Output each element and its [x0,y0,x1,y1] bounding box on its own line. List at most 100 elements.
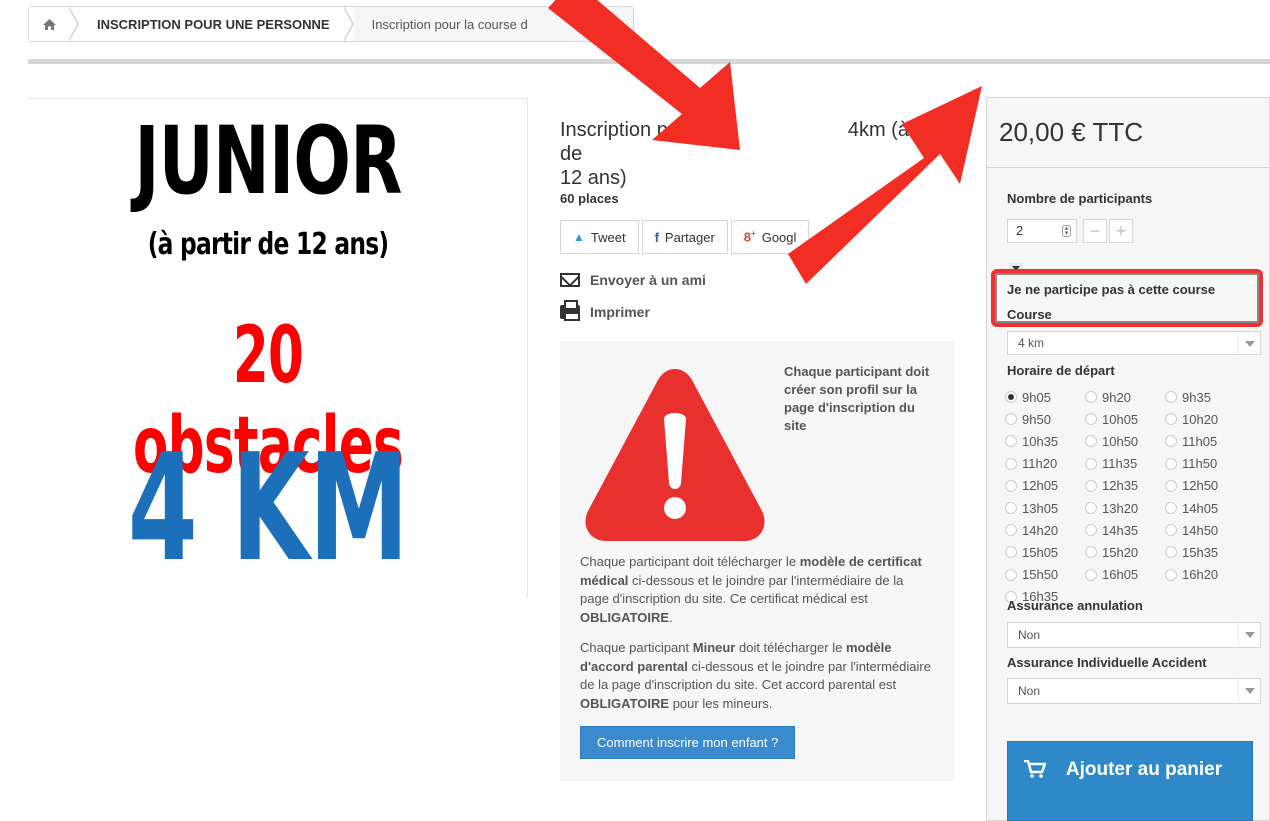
breadcrumb-current-end: ans) [591,16,617,32]
p2-a: Chaque participant [580,640,693,655]
buy-box: 20,00 € TTC Nombre de participants 2 ▴ ▾ … [986,97,1270,821]
accident-insurance-label: Assurance Individuelle Accident [1007,655,1207,670]
radio-button[interactable] [1085,524,1097,537]
send-to-friend-link[interactable]: Envoyer à un ami [560,272,706,288]
radio-button[interactable] [1085,391,1097,404]
tweet-button[interactable]: ▲ Tweet [560,220,639,254]
radio-button[interactable] [1165,457,1177,470]
print-link[interactable]: Imprimer [560,300,650,321]
radio-button[interactable] [1005,391,1017,404]
p1-c: ci-dessous et le joindre par l'intermédi… [580,572,904,607]
radio-button[interactable] [1005,479,1017,492]
start-time-option[interactable]: 11h50 [1165,454,1250,474]
radio-button[interactable] [1165,502,1177,515]
increase-button[interactable]: + [1109,219,1133,243]
breadcrumb-category[interactable]: INSCRIPTION POUR UNE PERSONNE [79,7,344,41]
radio-button[interactable] [1165,435,1177,448]
start-time-option[interactable]: 10h35 [1005,431,1085,451]
radio-button[interactable] [1165,524,1177,537]
radio-button[interactable] [1165,546,1177,559]
start-time-option[interactable]: 10h20 [1165,409,1250,429]
start-time-option[interactable]: 15h20 [1085,542,1165,562]
start-time-option[interactable]: 13h05 [1005,498,1085,518]
radio-button[interactable] [1005,502,1017,515]
google-share-button[interactable]: 8+ Googl [730,220,810,254]
radio-button[interactable] [1085,479,1097,492]
breadcrumb-home[interactable] [29,7,69,41]
radio-button[interactable] [1085,502,1097,515]
start-time-option[interactable]: 14h05 [1165,498,1250,518]
start-time-label: 12h50 [1182,478,1219,494]
start-time-option[interactable]: 12h50 [1165,476,1250,496]
radio-button[interactable] [1005,435,1017,448]
p2-b: Mineur [692,640,736,655]
radio-button[interactable] [1005,568,1017,581]
start-time-label: 16h20 [1182,567,1219,583]
start-time-option[interactable]: 10h50 [1085,431,1165,451]
start-time-label: 15h05 [1022,544,1059,560]
decrease-button[interactable]: − [1083,219,1107,243]
places-count: 60 places [560,191,619,206]
start-time-option[interactable]: 14h50 [1165,520,1250,540]
start-time-label: 10h20 [1182,411,1219,427]
highlight-box [991,269,1263,327]
start-time-label: 9h50 [1022,411,1051,427]
participants-label: Nombre de participants [1007,191,1153,206]
spinner-icon[interactable]: ▴ ▾ [1062,225,1071,237]
print-label: Imprimer [590,304,650,320]
start-time-label: 11h35 [1102,456,1138,472]
start-time-option[interactable]: 15h35 [1165,542,1250,562]
radio-button[interactable] [1085,546,1097,559]
participants-input[interactable]: 2 ▴ ▾ [1007,219,1077,243]
chevron-down-icon [1238,623,1260,647]
radio-button[interactable] [1165,479,1177,492]
start-time-option[interactable]: 16h05 [1085,565,1165,585]
facebook-share-button[interactable]: f Partager [641,220,728,254]
product-title-start: Inscription p [560,119,668,141]
start-time-option[interactable]: 9h35 [1165,387,1250,407]
start-time-option[interactable]: 16h20 [1165,565,1250,585]
start-time-label: 10h35 [1022,433,1059,449]
start-time-label: 14h35 [1102,522,1139,538]
child-registration-button[interactable]: Comment inscrire mon enfant ? [580,726,796,759]
radio-button[interactable] [1085,413,1097,426]
start-time-label: 9h05 [1022,389,1051,405]
start-time-option[interactable]: 11h35 [1085,454,1165,474]
start-time-option[interactable]: 15h05 [1005,542,1085,562]
breadcrumb-current: Inscription pour la course d ans) [353,7,633,41]
start-time-option[interactable]: 11h20 [1005,454,1085,474]
breadcrumb-separator [68,6,79,42]
radio-button[interactable] [1165,413,1177,426]
share-label: Partager [664,229,715,245]
product-image[interactable]: JUNIOR (à partir de 12 ans) 20 obstacles… [28,98,528,598]
start-time-option[interactable]: 14h35 [1085,520,1165,540]
start-time-option[interactable]: 14h20 [1005,520,1085,540]
start-time-option[interactable]: 15h50 [1005,565,1085,585]
start-time-option[interactable]: 12h05 [1005,476,1085,496]
add-to-cart-label: Ajouter au panier [1065,759,1223,780]
add-to-cart-button[interactable]: Ajouter au panier [1007,741,1253,821]
radio-button[interactable] [1165,568,1177,581]
product-title: Inscription p 4km (à rtir de 12 ans) [560,118,960,190]
radio-button[interactable] [1085,457,1097,470]
radio-button[interactable] [1005,546,1017,559]
radio-button[interactable] [1085,435,1097,448]
start-time-option[interactable]: 13h20 [1085,498,1165,518]
radio-button[interactable] [1005,524,1017,537]
accident-insurance-select[interactable]: Non [1007,678,1261,704]
start-time-option[interactable]: 9h20 [1085,387,1165,407]
start-time-option[interactable]: 9h05 [1005,387,1085,407]
radio-button[interactable] [1085,568,1097,581]
start-time-option[interactable]: 10h05 [1085,409,1165,429]
p2-g: pour les mineurs. [669,695,773,711]
radio-button[interactable] [1165,391,1177,404]
poster-title: JUNIOR [134,107,402,216]
start-time-label: Horaire de départ [1007,363,1115,378]
start-time-option[interactable]: 11h05 [1165,431,1250,451]
start-time-option[interactable]: 12h35 [1085,476,1165,496]
radio-button[interactable] [1005,457,1017,470]
course-select[interactable]: 4 km [1007,331,1261,356]
start-time-option[interactable]: 9h50 [1005,409,1085,429]
radio-button[interactable] [1005,413,1017,426]
cancellation-insurance-select[interactable]: Non [1007,622,1261,648]
